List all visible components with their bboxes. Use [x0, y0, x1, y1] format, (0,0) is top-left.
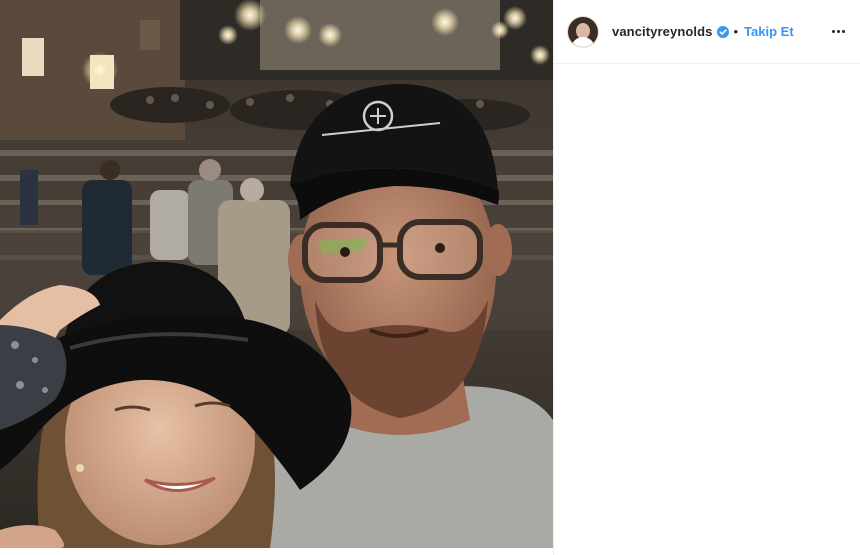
- media-bottom-margin: [0, 548, 553, 555]
- more-options-icon[interactable]: [828, 24, 848, 40]
- user-avatar[interactable]: [568, 16, 598, 47]
- more-dot: [831, 30, 835, 33]
- more-dot: [841, 30, 845, 33]
- follow-button[interactable]: Takip Et: [744, 24, 794, 39]
- verified-badge-icon: [716, 25, 729, 38]
- post-container: vancityreynolds • Takip Et: [0, 0, 860, 555]
- post-photo-art: [0, 0, 553, 548]
- post-sidebar: vancityreynolds • Takip Et: [553, 0, 860, 555]
- post-header: vancityreynolds • Takip Et: [554, 0, 860, 64]
- more-dot: [836, 30, 840, 33]
- avatar-shirt: [571, 36, 595, 47]
- post-photo[interactable]: [0, 0, 553, 548]
- username-link[interactable]: vancityreynolds: [612, 24, 713, 39]
- header-separator: •: [733, 24, 739, 39]
